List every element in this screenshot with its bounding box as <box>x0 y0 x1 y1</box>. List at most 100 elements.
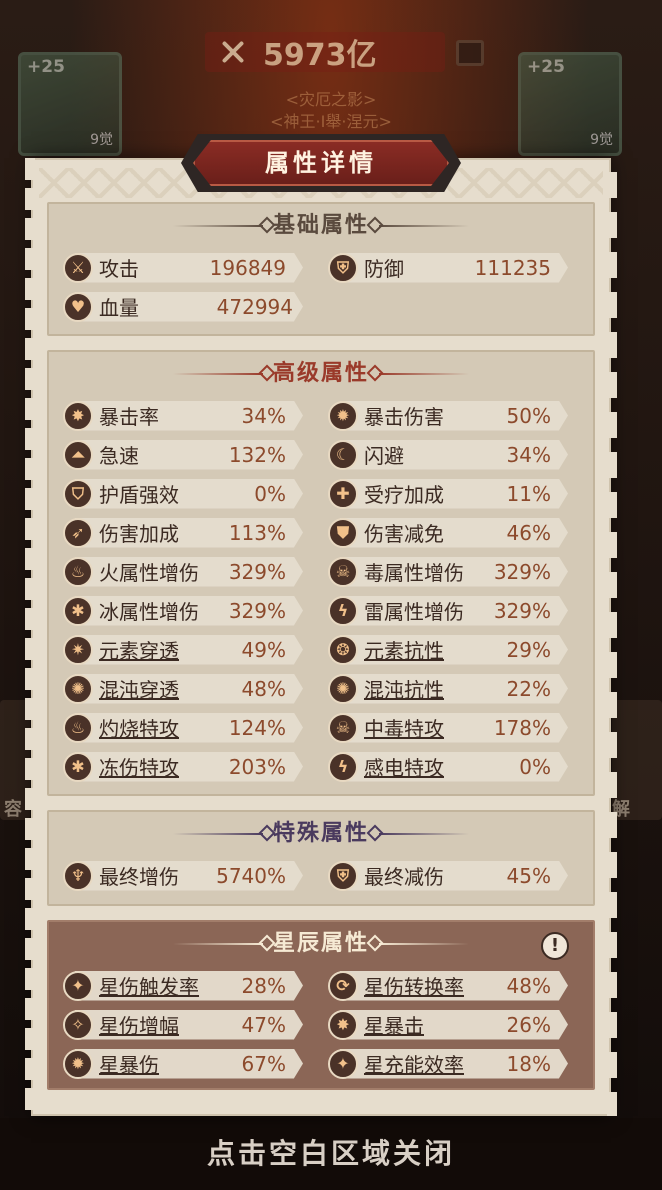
attribute-label[interactable]: 星暴伤 <box>99 1049 242 1078</box>
card-awaken: 9觉 <box>590 132 613 148</box>
attribute-item[interactable]: ⟳ 星伤转换率 48% <box>328 970 568 1001</box>
section-title: 高级属性 <box>272 361 369 386</box>
right-equipment-card[interactable]: +25 9觉 <box>518 52 622 156</box>
attribute-item: ♨ 火属性增伤 329% <box>63 556 303 587</box>
attribute-row: ♨ 灼烧特攻 124% ☠ 中毒特攻 178% <box>63 708 593 747</box>
attribute-value: 0% <box>519 754 551 779</box>
divider-line <box>379 833 469 835</box>
power-value: 5973亿 <box>263 38 377 73</box>
attribute-label[interactable]: 星伤转换率 <box>364 971 507 1000</box>
attribute-label[interactable]: 中毒特攻 <box>364 713 494 742</box>
attribute-item[interactable]: ♨ 灼烧特攻 124% <box>63 712 303 743</box>
attribute-item[interactable]: ✺ 混沌抗性 22% <box>328 673 568 704</box>
attribute-label[interactable]: 感电特攻 <box>364 752 519 781</box>
chaos-pierce-icon: ✺ <box>63 673 93 704</box>
attribute-item: ⛊ 伤害减免 46% <box>328 517 568 548</box>
special-attributes-section: 特殊属性 ♆ 最终增伤 5740% ⛨ 最终减伤 45% <box>47 810 595 906</box>
attribute-label: 毒属性增伤 <box>364 561 464 585</box>
attribute-label[interactable]: 星伤增幅 <box>99 1010 242 1039</box>
attribute-label[interactable]: 混沌穿透 <box>99 674 242 703</box>
attribute-item[interactable]: ❂ 元素抗性 29% <box>328 634 568 665</box>
burn-icon: ♨ <box>63 712 93 743</box>
left-equipment-card[interactable]: +25 9觉 <box>18 52 122 156</box>
attribute-label[interactable]: 元素抗性 <box>364 635 507 664</box>
attribute-value: 472994 <box>216 294 293 319</box>
attribute-item[interactable]: ☠ 中毒特攻 178% <box>328 712 568 743</box>
attribute-item[interactable]: ϟ 感电特攻 0% <box>328 751 568 782</box>
attribute-item[interactable]: ✦ 星伤触发率 28% <box>63 970 303 1001</box>
attribute-value: 124% <box>228 715 286 740</box>
section-header: 特殊属性 <box>49 812 593 856</box>
attribute-item[interactable]: ✺ 混沌穿透 48% <box>63 673 303 704</box>
damage-reduction-icon: ⛊ <box>328 517 358 548</box>
game-screen[interactable]: 5973亿 <灾厄之影> <神王·I舉·涅元> +25 9觉 +25 9觉 容 … <box>0 0 662 1190</box>
crit-rate-icon: ✸ <box>63 400 93 431</box>
attribute-item: ϟ 雷属性增伤 329% <box>328 595 568 626</box>
attribute-item[interactable]: ✹ 星暴伤 67% <box>63 1048 303 1079</box>
torn-edge <box>607 158 617 1116</box>
attribute-value: 5740% <box>216 863 286 888</box>
attribute-label: 雷属性增伤 <box>364 600 464 624</box>
divider-line <box>379 943 469 945</box>
star-crit-icon: ✸ <box>328 1009 358 1040</box>
divider-line <box>173 225 263 227</box>
dodge-icon: ☾ <box>328 439 358 470</box>
attribute-label: 急速 <box>99 444 139 468</box>
dialog-title: 属性详情 <box>265 149 377 177</box>
close-hint[interactable]: 点击空白区域关闭 <box>0 1132 662 1172</box>
diamond-ornament-icon <box>366 216 384 234</box>
attribute-value: 29% <box>506 637 551 662</box>
ice-icon: ✱ <box>63 595 93 626</box>
attribute-item[interactable]: ✦ 星充能效率 18% <box>328 1048 568 1079</box>
card-awaken: 9觉 <box>90 132 113 148</box>
attribute-value: 18% <box>506 1051 551 1076</box>
attribute-row: ➶ 伤害加成 113% ⛊ 伤害减免 46% <box>63 513 593 552</box>
star-energy-icon: ✦ <box>328 1048 358 1079</box>
attribute-label[interactable]: 星暴击 <box>364 1010 507 1039</box>
attribute-label: 最终增伤 <box>99 865 179 889</box>
star-convert-icon: ⟳ <box>328 970 358 1001</box>
attribute-grid: ♆ 最终增伤 5740% ⛨ 最终减伤 45% <box>49 856 593 901</box>
diamond-ornament-icon <box>366 824 384 842</box>
attribute-label[interactable]: 冻伤特攻 <box>99 752 229 781</box>
attribute-label[interactable]: 星充能效率 <box>364 1049 507 1078</box>
divider-line <box>173 943 263 945</box>
info-icon[interactable]: ! <box>541 932 569 960</box>
attribute-item: ✹ 暴击伤害 50% <box>328 400 568 431</box>
card-level: +25 <box>527 57 565 77</box>
attribute-item[interactable]: ✱ 冻伤特攻 203% <box>63 751 303 782</box>
attribute-label[interactable]: 混沌抗性 <box>364 674 507 703</box>
attribute-item[interactable]: ✸ 星暴击 26% <box>328 1009 568 1040</box>
attribute-row: ⛉ 护盾强效 0% ✚ 受疗加成 11% <box>63 474 593 513</box>
attribute-item[interactable]: ✷ 元素穿透 49% <box>63 634 303 665</box>
attribute-label[interactable]: 星伤触发率 <box>99 971 242 1000</box>
attribute-label: 伤害减免 <box>364 522 444 546</box>
attribute-label[interactable]: 元素穿透 <box>99 635 242 664</box>
attribute-item[interactable]: ✧ 星伤增幅 47% <box>63 1009 303 1040</box>
attribute-label: 火属性增伤 <box>99 561 199 585</box>
shield-boost-icon: ⛉ <box>63 478 93 509</box>
attribute-value: 34% <box>241 403 286 428</box>
attribute-row: ✦ 星伤触发率 28% ⟳ 星伤转换率 48% <box>63 966 593 1005</box>
divider-line <box>379 225 469 227</box>
attribute-item: ⛨ 防御 111235 <box>328 252 568 283</box>
section-title: 特殊属性 <box>272 821 369 846</box>
attribute-item: ➶ 伤害加成 113% <box>63 517 303 548</box>
attribute-value: 28% <box>241 973 286 998</box>
attribute-item: ♥ 血量 472994 <box>63 291 303 322</box>
power-display: 5973亿 <box>205 32 445 73</box>
frostbite-icon: ✱ <box>63 751 93 782</box>
crit-damage-icon: ✹ <box>328 400 358 431</box>
section-header: 星辰属性! <box>49 922 593 966</box>
attribute-row: ✷ 元素穿透 49% ❂ 元素抗性 29% <box>63 630 593 669</box>
attribute-row: ♥ 血量 472994 <box>63 287 593 326</box>
shield-icon: ⛨ <box>328 252 358 283</box>
side-left-text: 容 <box>4 799 22 820</box>
attribute-value: 132% <box>228 442 286 467</box>
attribute-value: 196849 <box>209 255 286 280</box>
attribute-item: ☾ 闪避 34% <box>328 439 568 470</box>
attribute-label[interactable]: 灼烧特攻 <box>99 713 229 742</box>
book-icon[interactable] <box>456 40 484 66</box>
attribute-row: ✺ 混沌穿透 48% ✺ 混沌抗性 22% <box>63 669 593 708</box>
attribute-label: 闪避 <box>364 444 404 468</box>
